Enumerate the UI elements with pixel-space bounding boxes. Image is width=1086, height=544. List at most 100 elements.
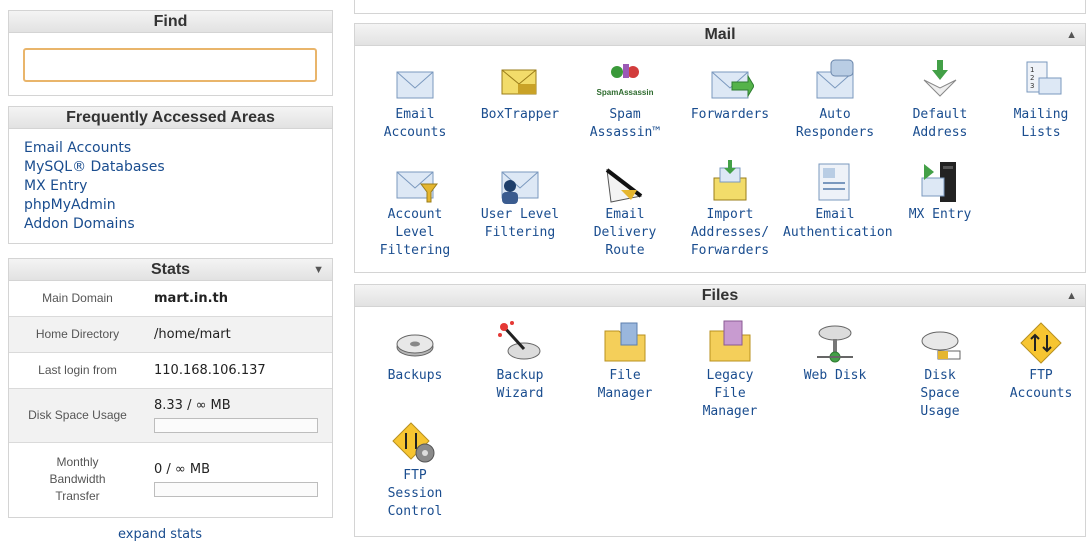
files-title: Files xyxy=(701,287,739,304)
stats-value: /home/mart xyxy=(154,327,231,342)
mail-item-label: Spam Assassin™ xyxy=(589,107,661,140)
backup-wizard-icon xyxy=(496,319,544,367)
files-item-label: Web Disk xyxy=(803,368,867,383)
mail-title: Mail xyxy=(704,26,736,43)
spamassassin-icon: SpamAssassin xyxy=(597,58,653,106)
mail-item-import-addresses-forwarders[interactable]: Import Addresses/ Forwarders xyxy=(678,158,782,260)
mail-item-label: User Level Filtering xyxy=(480,207,560,240)
faa-link-phpmyadmin[interactable]: phpMyAdmin xyxy=(24,196,332,215)
mail-item-auto-responders[interactable]: Auto Responders xyxy=(783,58,887,142)
svg-text:2: 2 xyxy=(1030,74,1034,82)
stats-label: Home Directory xyxy=(35,327,120,341)
mail-item-label: Auto Responders xyxy=(795,107,875,140)
stats-row-home-directory: Home Directory /home/mart xyxy=(9,317,332,353)
mail-item-account-level-filtering[interactable]: Account Level Filtering xyxy=(363,158,467,260)
files-item-label: Legacy File Manager xyxy=(702,368,758,419)
triangle-up-icon[interactable]: ▲ xyxy=(1066,285,1077,307)
mail-item-default-address[interactable]: Default Address xyxy=(888,58,992,142)
stats-value: 0 / ∞ MB xyxy=(154,461,211,477)
stats-row-main-domain: Main Domain mart.in.th xyxy=(9,281,332,317)
files-item-label: Backup Wizard xyxy=(496,368,544,401)
faa-link-mysql-databases[interactable]: MySQL® Databases xyxy=(24,158,332,177)
top-panel-strip xyxy=(354,0,1086,14)
mail-item-label: Account Level Filtering xyxy=(379,207,451,258)
mail-item-label: Email Accounts xyxy=(383,107,447,140)
triangle-down-icon[interactable]: ▼ xyxy=(313,259,324,281)
mail-item-email-authentication[interactable]: Email Authentication xyxy=(783,158,893,242)
files-item-legacy-file-manager[interactable]: Legacy File Manager xyxy=(678,319,782,421)
stats-value: 8.33 / ∞ MB xyxy=(154,398,231,413)
mail-item-spam-assassin[interactable]: SpamAssassin Spam Assassin™ xyxy=(573,58,677,142)
mail-item-label: Mailing Lists xyxy=(1013,107,1069,140)
find-input[interactable] xyxy=(23,48,317,82)
files-item-backups[interactable]: Backups xyxy=(363,319,467,385)
files-header[interactable]: Files ▲ xyxy=(355,285,1085,307)
files-item-label: FTP Accounts xyxy=(1009,368,1073,401)
ftp-session-icon xyxy=(391,419,439,467)
web-disk-icon xyxy=(811,319,859,367)
authentication-icon xyxy=(811,158,859,206)
files-item-label: FTP Session Control xyxy=(387,468,443,519)
envelope-icon xyxy=(391,58,439,106)
mail-item-mx-entry[interactable]: MX Entry xyxy=(888,158,992,224)
files-item-backup-wizard[interactable]: Backup Wizard xyxy=(468,319,572,403)
files-item-ftp-accounts[interactable]: FTP Accounts xyxy=(989,319,1086,403)
mail-item-email-accounts[interactable]: Email Accounts xyxy=(363,58,467,142)
files-item-ftp-session-control[interactable]: FTP Session Control xyxy=(363,419,467,521)
mailing-list-icon: 123 xyxy=(1017,58,1065,106)
stats-header[interactable]: Stats ▼ xyxy=(9,259,332,281)
disk-usage-icon xyxy=(916,319,964,367)
stats-value: 110.168.106.137 xyxy=(154,363,266,378)
forward-envelope-icon xyxy=(706,58,754,106)
expand-stats-link[interactable]: expand stats xyxy=(118,527,202,542)
mail-item-label: BoxTrapper xyxy=(480,107,560,122)
mail-header[interactable]: Mail ▲ xyxy=(355,24,1085,46)
find-title: Find xyxy=(9,11,332,33)
bandwidth-usage-bar xyxy=(154,481,318,497)
find-panel: Find xyxy=(8,10,333,96)
files-item-web-disk[interactable]: Web Disk xyxy=(783,319,887,385)
mail-item-email-delivery-route[interactable]: Email Delivery Route xyxy=(573,158,677,260)
mail-icon-grid: Email Accounts BoxTrapper SpamAssassin Spam… xyxy=(355,46,1085,271)
stats-label: Main Domain xyxy=(42,291,113,305)
files-item-label: File Manager xyxy=(597,368,653,401)
mail-item-label: Email Delivery Route xyxy=(593,207,657,258)
mail-item-label: Default Address xyxy=(912,107,968,140)
mail-panel: Mail ▲ Email Accounts BoxTrapper SpamAssas… xyxy=(354,23,1086,273)
triangle-up-icon[interactable]: ▲ xyxy=(1066,24,1077,46)
boxtrapper-icon xyxy=(496,58,544,106)
frequently-accessed-title: Frequently Accessed Areas xyxy=(9,107,332,129)
mail-item-user-level-filtering[interactable]: User Level Filtering xyxy=(468,158,572,242)
legacy-folder-icon xyxy=(706,319,754,367)
faa-link-addon-domains[interactable]: Addon Domains xyxy=(24,215,332,234)
import-icon xyxy=(706,158,754,206)
ftp-icon xyxy=(1017,319,1065,367)
mail-item-label: MX Entry xyxy=(908,207,972,222)
svg-text:1: 1 xyxy=(1030,66,1034,74)
stats-label: Monthly Bandwidth Transfer xyxy=(49,454,106,503)
stats-value: mart.in.th xyxy=(154,291,229,306)
files-item-disk-space-usage[interactable]: Disk Space Usage xyxy=(888,319,992,421)
stats-label: Disk Space Usage xyxy=(28,408,127,422)
delivery-route-icon xyxy=(601,158,649,206)
files-item-file-manager[interactable]: File Manager xyxy=(573,319,677,403)
mail-item-mailing-lists[interactable]: 1 2 3 Mailing Lists xyxy=(989,58,1086,142)
stats-panel: Stats ▼ Main Domain mart.in.th Home Dire… xyxy=(8,258,333,518)
stats-row-disk-space: Disk Space Usage 8.33 / ∞ MB xyxy=(9,389,332,443)
mail-item-label: Forwarders xyxy=(690,107,770,122)
stats-row-bandwidth: Monthly Bandwidth Transfer 0 / ∞ MB xyxy=(9,443,332,515)
files-icon-grid: Backups Backup Wizard File Manager Legacy F… xyxy=(355,307,1085,535)
default-address-icon xyxy=(916,58,964,106)
user-filter-icon xyxy=(496,158,544,206)
mx-entry-icon xyxy=(916,158,964,206)
stats-title: Stats xyxy=(150,261,191,278)
files-item-label: Backups xyxy=(387,368,443,383)
mail-item-forwarders[interactable]: Forwarders xyxy=(678,58,782,124)
mail-item-label: Email Authentication xyxy=(783,207,893,240)
faa-link-mx-entry[interactable]: MX Entry xyxy=(24,177,332,196)
frequently-accessed-panel: Frequently Accessed Areas Email Accounts… xyxy=(8,106,333,244)
files-panel: Files ▲ Backups Backup Wizard File Manager… xyxy=(354,284,1086,537)
spamassassin-logo-text: SpamAssassin xyxy=(596,88,654,97)
faa-link-email-accounts[interactable]: Email Accounts xyxy=(24,139,332,158)
mail-item-boxtrapper[interactable]: BoxTrapper xyxy=(468,58,572,124)
